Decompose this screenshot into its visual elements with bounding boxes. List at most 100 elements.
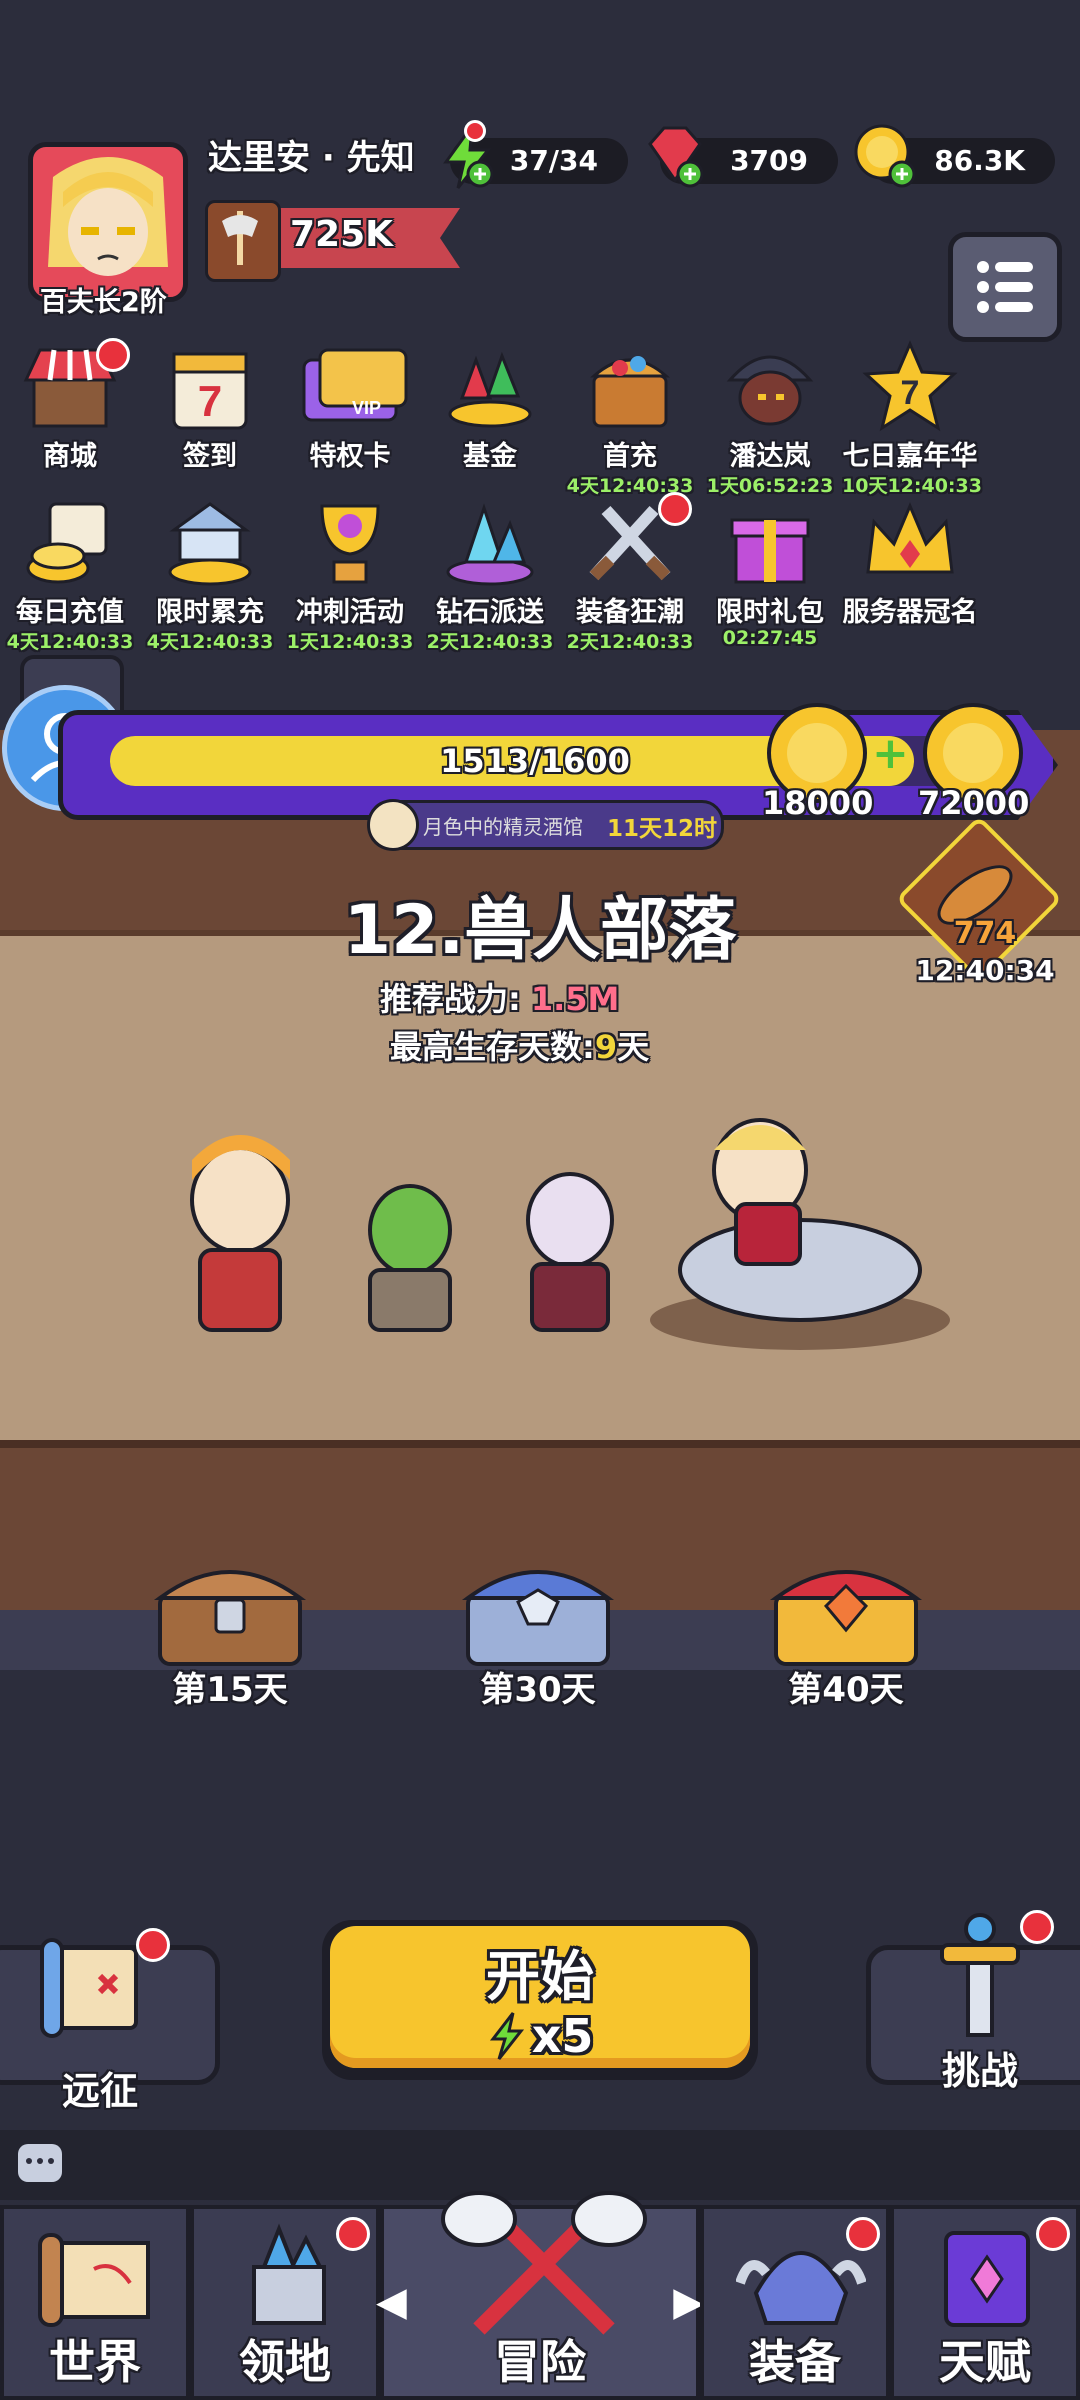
- nav-talent[interactable]: 天赋: [890, 2205, 1080, 2400]
- player-avatar[interactable]: [28, 142, 188, 302]
- days-unit: 天: [617, 1028, 650, 1066]
- crossed-axes-icon: [441, 2191, 647, 2335]
- chest-label: 第15天: [172, 1670, 288, 1710]
- nav-adventure[interactable]: ◀ ▶ 冒险: [376, 2191, 704, 2400]
- nav-label: 领地: [239, 2335, 331, 2389]
- event-pandaren[interactable]: 潘达岚 1天06:52:23: [702, 340, 838, 498]
- expedition-label: 远征: [61, 2069, 138, 2113]
- event-label: 基金: [463, 441, 517, 472]
- event-label: 限时累充: [156, 597, 264, 628]
- chest-wooden-icon[interactable]: [150, 1550, 310, 1670]
- nav-equipment[interactable]: 装备: [700, 2205, 890, 2400]
- event-timer: 4天12:40:33: [146, 631, 274, 653]
- event-first-recharge[interactable]: 首充 4天12:40:33: [562, 340, 698, 498]
- chest-label: 第40天: [788, 1670, 904, 1710]
- event-label: 服务器冠名: [842, 597, 978, 628]
- start-button[interactable]: 开始 x5: [330, 1926, 750, 2068]
- nav-label: 天赋: [939, 2335, 1031, 2389]
- chest-silver-icon[interactable]: [458, 1550, 618, 1670]
- gems-and-coins-icon: [440, 340, 540, 432]
- calendar-icon: 7: [160, 340, 260, 432]
- event-seven-day-carnival[interactable]: 7 七日嘉年华 10天12:40:33: [842, 340, 982, 498]
- nav-territory[interactable]: 领地: [190, 2205, 380, 2400]
- gem-value: 3709: [730, 144, 808, 177]
- energy-value: 37/34: [509, 144, 598, 177]
- tavern-label: 月色中的精灵酒馆: [423, 815, 583, 839]
- chest-gold-icon[interactable]: [766, 1550, 926, 1670]
- treasure-map-icon: [36, 1930, 146, 2040]
- event-label: 商城: [43, 441, 97, 472]
- event-label: 首充: [603, 441, 657, 472]
- days-value: 9: [594, 1028, 618, 1066]
- energy-bolt-icon: [489, 2012, 524, 2060]
- nav-world[interactable]: 世界: [0, 2205, 190, 2400]
- event-label: 限时礼包: [716, 597, 824, 628]
- bank-icon: [160, 496, 260, 588]
- days-label: 最高生存天数:: [390, 1028, 595, 1066]
- player-name: 达里安 · 先知: [208, 138, 415, 178]
- panda-warrior-icon: [720, 340, 820, 432]
- tavern-time: 11天12时: [607, 816, 718, 842]
- event-sprint[interactable]: 冲刺活动 1天12:40:33: [282, 496, 418, 654]
- event-limited-gift[interactable]: 限时礼包 02:27:45: [702, 496, 838, 649]
- start-cost-value: x5: [531, 2009, 594, 2063]
- challenge-badge: [1020, 1910, 1054, 1944]
- gold-value: 86.3K: [934, 144, 1025, 177]
- event-timer: 1天12:40:33: [286, 631, 414, 653]
- event-limited-cumulative[interactable]: 限时累充 4天12:40:33: [142, 496, 278, 654]
- gold-coin-icon[interactable]: [850, 120, 922, 192]
- svg-text:7: 7: [198, 377, 222, 426]
- event-shop[interactable]: 商城: [2, 338, 138, 473]
- event-equipment-frenzy[interactable]: 装备狂潮 2天12:40:33: [562, 492, 698, 654]
- chevron-left-icon: ◀: [376, 2279, 407, 2325]
- elf-hero-icon: [190, 1135, 290, 1332]
- power-value: 1.5M: [530, 980, 620, 1018]
- event-timer: 2天12:40:33: [426, 631, 554, 653]
- axe-emblem-icon: [205, 200, 281, 282]
- nav-label: 世界: [49, 2335, 141, 2389]
- nav-label: 冒险: [494, 2335, 586, 2389]
- world-scroll-icon: [38, 2233, 150, 2327]
- event-label: 特权卡: [309, 441, 391, 472]
- star-badge-icon: 7: [860, 340, 960, 432]
- player-rank: 百夫长2阶: [40, 287, 167, 318]
- start-cost: x5: [330, 2009, 750, 2063]
- event-label: 七日嘉年华: [842, 441, 978, 472]
- event-label: 冲刺活动: [296, 597, 404, 628]
- menu-list-icon: [977, 261, 1033, 313]
- expedition-badge: [136, 1928, 170, 1962]
- recommended-power: 推荐战力: 1.5M: [380, 974, 619, 1020]
- event-timer: 2天12:40:33: [566, 631, 694, 653]
- event-diamond-delivery[interactable]: 钻石派送 2天12:40:33: [422, 496, 558, 654]
- main-menu-button[interactable]: [948, 232, 1062, 342]
- wolf-rider-hero-icon: [678, 1118, 922, 1322]
- treasure-chest-icon: [580, 340, 680, 432]
- event-timer: 1天06:52:23: [706, 475, 834, 497]
- vip-card-icon: VIP: [300, 340, 408, 432]
- event-timer: 4天12:40:33: [6, 631, 134, 653]
- event-label: 装备狂潮: [576, 597, 684, 628]
- event-privilege-card[interactable]: VIP 特权卡: [282, 340, 418, 473]
- crown-icon: [860, 496, 960, 588]
- trophy-icon: [300, 496, 400, 588]
- max-survival-days: 最高生存天数:9天: [390, 1022, 649, 1068]
- start-label: 开始: [486, 1945, 594, 2008]
- ruby-gem-icon[interactable]: [640, 120, 710, 192]
- event-sign-in[interactable]: 7 签到: [142, 340, 278, 473]
- event-label: 每日充值: [16, 597, 124, 628]
- spellbook-icon: [944, 2231, 1030, 2327]
- event-daily-recharge[interactable]: 每日充值 4天12:40:33: [2, 496, 138, 654]
- event-fund[interactable]: 基金: [422, 340, 558, 473]
- orc-hero-icon: [368, 1184, 452, 1332]
- chat-bubble-icon: [18, 2144, 62, 2182]
- event-server-naming[interactable]: 服务器冠名: [842, 496, 978, 629]
- reward-amount: 72000: [918, 784, 1030, 822]
- event-timer: 10天12:40:33: [842, 475, 982, 497]
- coin-calendar-icon: [20, 496, 120, 588]
- energy-badge: [464, 120, 486, 142]
- challenge-label: 挑战: [941, 2049, 1018, 2093]
- hero-party: [140, 1100, 960, 1360]
- clock-icon: [367, 799, 419, 851]
- hero-portrait-icon: [48, 157, 168, 276]
- tavern-tag[interactable]: 月色中的精灵酒馆 11天12时: [367, 799, 724, 851]
